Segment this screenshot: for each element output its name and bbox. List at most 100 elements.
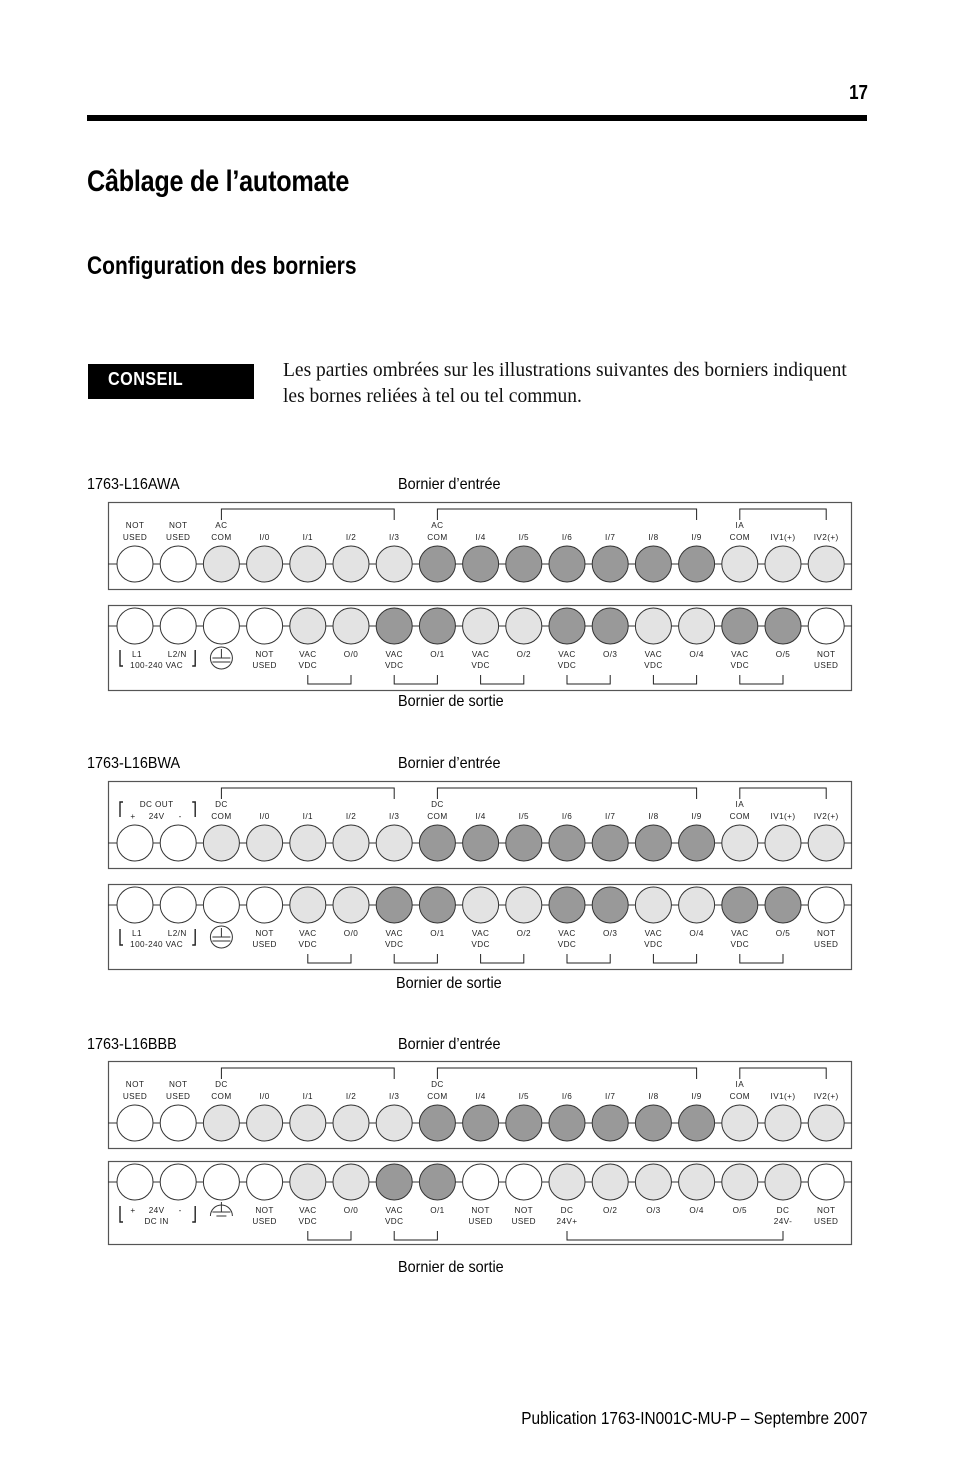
- terminal-screw: [721, 824, 759, 862]
- terminal-label: NOT: [255, 929, 273, 938]
- terminal-label: VDC: [385, 661, 404, 670]
- terminal-label: USED: [252, 1217, 276, 1226]
- terminal-screw: [246, 607, 284, 645]
- terminal-screw: [289, 886, 327, 924]
- terminal-label: I/6: [562, 533, 572, 542]
- terminal-label: O/1: [430, 1206, 444, 1215]
- terminal-screw: [548, 545, 586, 583]
- terminal-label: I/4: [475, 533, 485, 542]
- group-label: DC IN: [144, 1217, 168, 1226]
- terminal-label: 24V-: [774, 1217, 792, 1226]
- terminal-screw: [634, 1163, 672, 1201]
- terminal-label: O/0: [344, 1206, 358, 1215]
- terminal-screw: [591, 1104, 629, 1142]
- terminal-label: I/0: [259, 1092, 269, 1101]
- terminal-screw: [116, 824, 154, 862]
- terminal-screw: [418, 545, 456, 583]
- terminal-screw: [246, 824, 284, 862]
- group-label: L2/N: [168, 929, 187, 938]
- terminal-screw: [332, 1104, 370, 1142]
- model-label: 1763-L16BWA: [87, 755, 181, 772]
- terminal-label: NOT: [169, 1080, 187, 1089]
- terminal-label: O/5: [776, 650, 790, 659]
- terminal-label: O/4: [689, 929, 703, 938]
- terminal-label: VDC: [644, 661, 663, 670]
- terminal-label: DC: [561, 1206, 574, 1215]
- input-terminal-block: NOT USED NOT USED AC COM I/0 I/1 I/2 I/3 AC COM I/4 I…: [107, 501, 853, 591]
- terminal-label: VAC: [385, 929, 402, 938]
- terminal-label: VAC: [558, 650, 575, 659]
- terminal-label: VDC: [299, 661, 318, 670]
- terminal-label: O/5: [776, 929, 790, 938]
- terminal-screw: [807, 1104, 845, 1142]
- terminal-label: VDC: [385, 940, 404, 949]
- terminal-label: COM: [730, 812, 750, 821]
- group-label: 24V: [149, 812, 165, 821]
- terminal-screw: [721, 607, 759, 645]
- terminal-screw: [246, 1104, 284, 1142]
- terminal-label: I/9: [691, 1092, 701, 1101]
- terminal-label: I/8: [648, 1092, 658, 1101]
- output-terminal-block: NOT USED VAC VDC O/0 VAC VDC O/1 VAC VDC O/2 VAC VDC…: [107, 883, 853, 971]
- terminal-label: USED: [123, 1092, 147, 1101]
- terminal-label: AC: [215, 521, 227, 530]
- terminal-screw: [548, 607, 586, 645]
- terminal-screw: [375, 1163, 413, 1201]
- group-label: +: [130, 812, 135, 821]
- terminal-label: COM: [730, 533, 750, 542]
- terminal-screw: [418, 1163, 456, 1201]
- terminal-label: COM: [427, 1092, 447, 1101]
- group-label: 24V: [149, 1206, 165, 1215]
- terminal-label: O/1: [430, 650, 444, 659]
- terminal-screw: [634, 545, 672, 583]
- terminal-screw: [548, 1163, 586, 1201]
- group-label: DC OUT: [140, 800, 174, 809]
- input-block-label: Bornier d’entrée: [398, 755, 501, 772]
- output-terminal-block: NOT USED VAC VDC O/0 VAC VDC O/1 NOT USED NOT USED D…: [107, 1160, 853, 1246]
- terminal-screw: [764, 1163, 802, 1201]
- terminal-screw: [678, 1104, 716, 1142]
- terminal-screw: [505, 1104, 543, 1142]
- terminal-screw: [246, 1163, 284, 1201]
- terminal-screw: [289, 545, 327, 583]
- terminal-label: COM: [427, 812, 447, 821]
- terminal-screw: [202, 824, 240, 862]
- terminal-screw: [332, 607, 370, 645]
- terminal-label: I/2: [346, 812, 356, 821]
- terminal-label: O/2: [517, 929, 531, 938]
- terminal-screw: [807, 1163, 845, 1201]
- model-label: 1763-L16BBB: [87, 1036, 177, 1053]
- terminal-screw: [505, 824, 543, 862]
- terminal-screw: [246, 886, 284, 924]
- terminal-screw: [332, 824, 370, 862]
- terminal-screw: [418, 886, 456, 924]
- terminal-label: AC: [431, 521, 443, 530]
- terminal-screw: [159, 886, 197, 924]
- terminal-screw: [289, 824, 327, 862]
- terminal-label: O/0: [344, 650, 358, 659]
- terminal-label: VAC: [472, 650, 489, 659]
- terminal-label: O/2: [517, 650, 531, 659]
- terminal-label: USED: [252, 661, 276, 670]
- group-label: L1: [132, 929, 142, 938]
- terminal-label: IA: [736, 800, 745, 809]
- terminal-label: IV2(+): [814, 812, 839, 821]
- terminal-screw: [764, 1104, 802, 1142]
- terminal-label: IV1(+): [771, 533, 796, 542]
- terminal-label: COM: [211, 533, 231, 542]
- section-title: Configuration des borniers: [87, 252, 357, 280]
- terminal-screw: [462, 1104, 500, 1142]
- terminal-screw: [116, 1163, 154, 1201]
- terminal-screw: [764, 886, 802, 924]
- terminal-label: O/1: [430, 929, 444, 938]
- terminal-label: VAC: [299, 929, 316, 938]
- input-block-label: Bornier d’entrée: [398, 476, 501, 493]
- tip-badge: CONSEIL: [88, 364, 254, 399]
- terminal-screw: [721, 1104, 759, 1142]
- terminal-label: USED: [814, 1217, 838, 1226]
- terminal-label: NOT: [817, 1206, 835, 1215]
- terminal-label: I/0: [259, 812, 269, 821]
- terminal-screw: [591, 824, 629, 862]
- terminal-label: VAC: [385, 1206, 402, 1215]
- terminal-label: I/6: [562, 1092, 572, 1101]
